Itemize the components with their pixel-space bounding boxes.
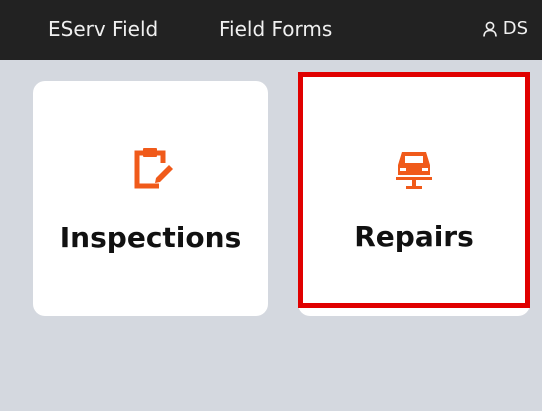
car-lift-icon — [396, 152, 432, 189]
inspections-card[interactable]: Inspections — [33, 81, 268, 316]
user-menu[interactable]: DS — [482, 18, 528, 40]
app-title[interactable]: EServ Field — [48, 17, 158, 41]
top-navigation-bar: EServ Field Field Forms DS — [0, 0, 542, 60]
repairs-label: Repairs — [354, 220, 474, 253]
repairs-card[interactable]: Repairs — [298, 72, 530, 316]
clipboard-edit-icon — [134, 148, 173, 189]
nav-link-field-forms[interactable]: Field Forms — [219, 17, 332, 41]
inspections-label: Inspections — [59, 221, 242, 254]
selection-highlight-border — [298, 72, 530, 308]
user-initials: DS — [502, 18, 528, 39]
user-icon — [482, 21, 497, 37]
main-content: Inspections Repairs — [0, 60, 542, 411]
